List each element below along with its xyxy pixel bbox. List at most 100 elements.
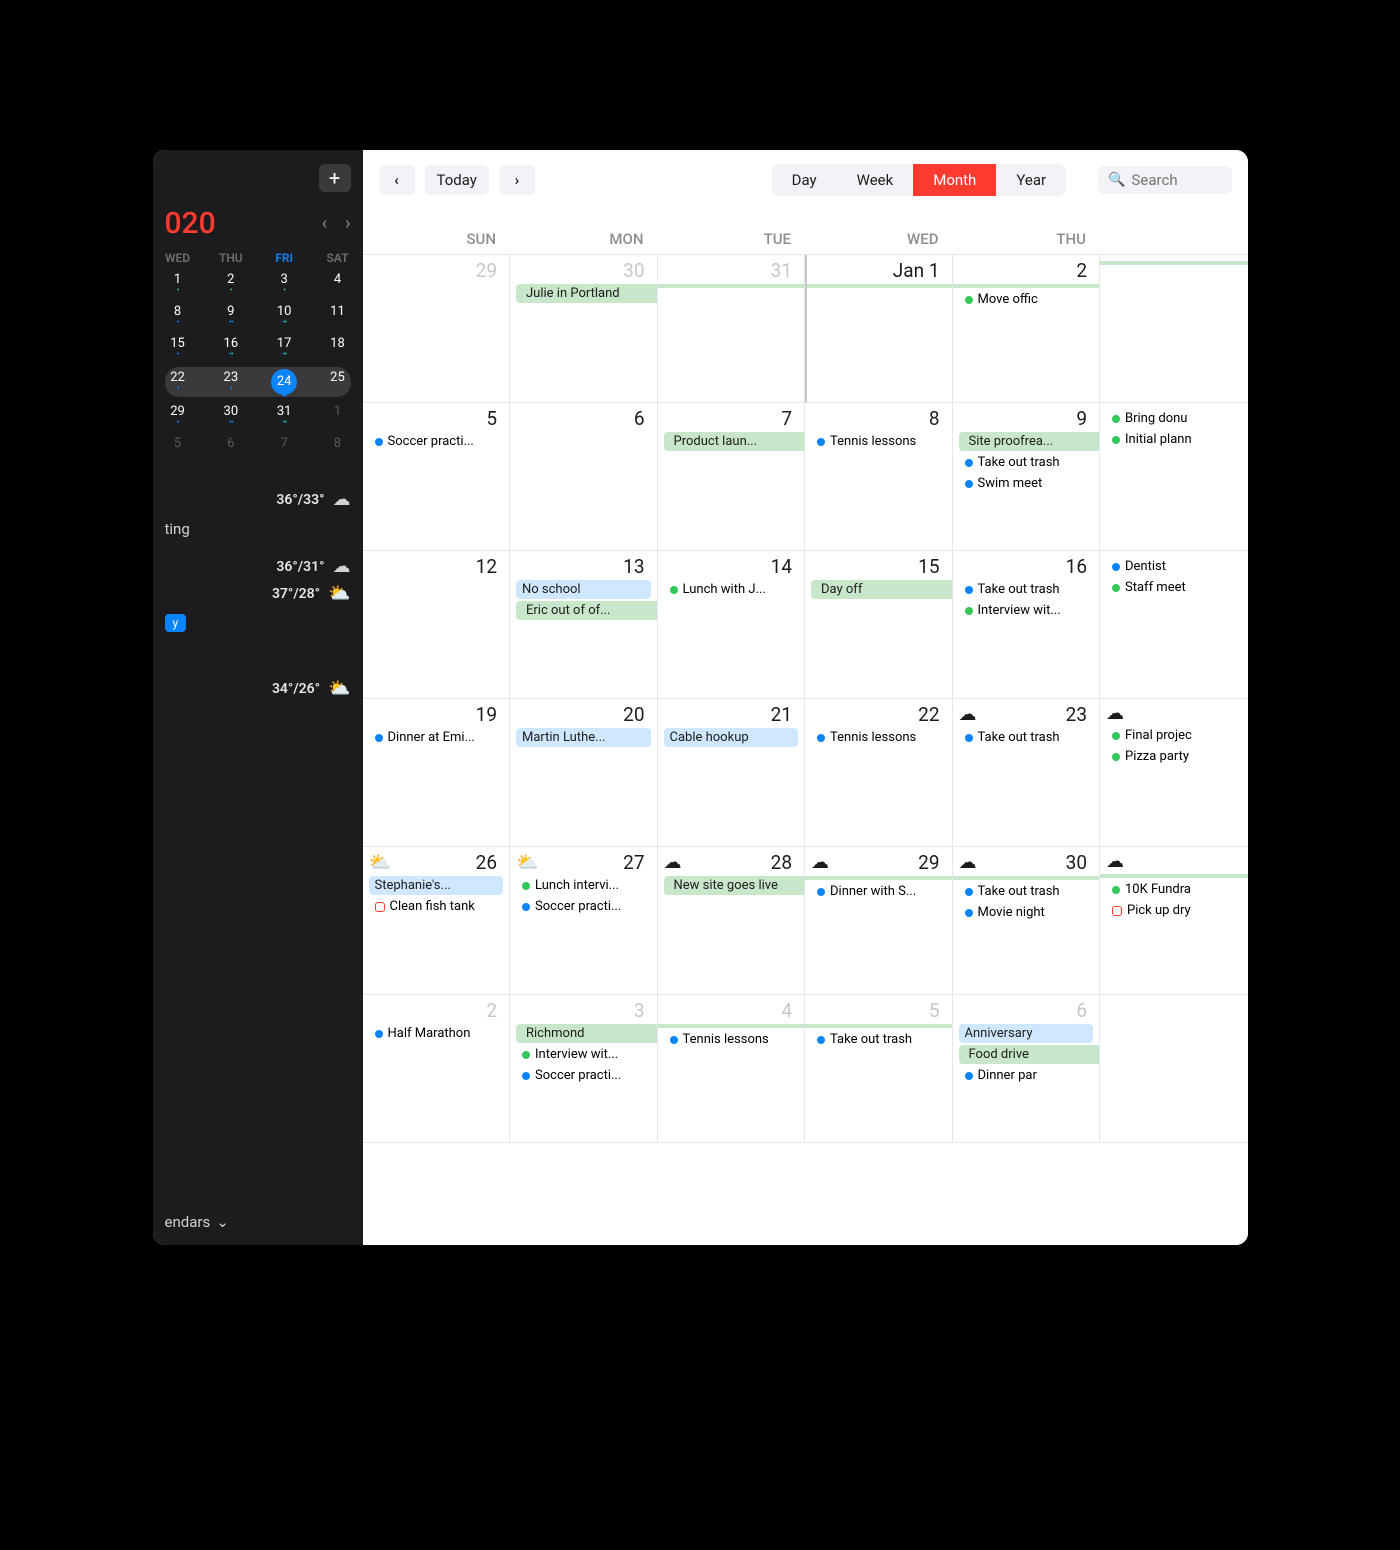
calendar-event[interactable]: Staff meet bbox=[1106, 578, 1242, 597]
mini-day-cell[interactable]: 31•• bbox=[271, 403, 297, 429]
calendar-event[interactable]: Half Marathon bbox=[369, 1024, 504, 1043]
day-cell[interactable]: 2 Move offic bbox=[953, 255, 1101, 403]
mini-day-cell[interactable]: 11 bbox=[324, 303, 350, 329]
view-tab-year[interactable]: Year bbox=[996, 164, 1066, 196]
day-cell[interactable]: ☁︎23 Take out trash bbox=[953, 699, 1101, 847]
calendar-event[interactable]: Take out trash bbox=[959, 882, 1094, 901]
calendar-event[interactable]: Pick up dry bbox=[1106, 901, 1242, 920]
day-cell[interactable]: Bring donuInitial plann bbox=[1100, 403, 1248, 551]
calendar-event[interactable]: Martin Luthe... bbox=[516, 728, 651, 747]
mini-day-cell[interactable]: 3• bbox=[271, 271, 297, 297]
mini-day-cell[interactable]: 7 bbox=[271, 435, 297, 461]
day-cell[interactable]: ☁︎29 Dinner with S... bbox=[805, 847, 953, 995]
day-cell[interactable]: 5 Soccer practi... bbox=[363, 403, 511, 551]
mini-day-cell[interactable]: 18 bbox=[324, 335, 350, 361]
calendar-event[interactable]: Richmond bbox=[516, 1024, 657, 1043]
mini-day-cell[interactable]: 30•• bbox=[218, 403, 244, 429]
calendar-event[interactable]: Pizza party bbox=[1106, 747, 1242, 766]
calendar-event[interactable]: Eric out of of... bbox=[516, 601, 657, 620]
calendar-event[interactable]: Tennis lessons bbox=[811, 432, 946, 451]
day-cell[interactable]: 2 Half Marathon bbox=[363, 995, 511, 1143]
mini-day-cell[interactable]: 25 bbox=[324, 369, 350, 395]
calendar-event[interactable] bbox=[1100, 874, 1248, 878]
day-cell[interactable]: 29 bbox=[363, 255, 511, 403]
today-button[interactable]: Today bbox=[425, 165, 489, 195]
day-cell[interactable]: 13 No schoolEric out of of... bbox=[510, 551, 658, 699]
mini-day-cell[interactable]: 29• bbox=[165, 403, 191, 429]
calendar-event[interactable] bbox=[658, 1024, 805, 1028]
day-cell[interactable]: Jan 1 bbox=[805, 255, 953, 403]
month-grid[interactable]: 29 30 Julie in Portland 31 Jan 1 2 Move … bbox=[363, 254, 1248, 1245]
calendar-event[interactable]: Take out trash bbox=[811, 1030, 946, 1049]
calendar-event[interactable]: Move offic bbox=[959, 290, 1094, 309]
calendar-event[interactable]: Tennis lessons bbox=[664, 1030, 799, 1049]
calendar-event[interactable]: Dinner par bbox=[959, 1066, 1094, 1085]
view-tab-month[interactable]: Month bbox=[913, 164, 996, 196]
calendar-event[interactable]: Product laun... bbox=[664, 432, 805, 451]
mini-day-cell[interactable]: 8 bbox=[324, 435, 350, 461]
prev-button[interactable]: ‹ bbox=[379, 165, 415, 195]
mini-day-cell[interactable]: 5 bbox=[165, 435, 191, 461]
calendar-event[interactable]: Interview wit... bbox=[959, 601, 1094, 620]
day-cell[interactable] bbox=[1100, 255, 1248, 403]
calendar-event[interactable]: Stephanie's... bbox=[369, 876, 504, 895]
day-cell[interactable]: ☁︎ 10K FundraPick up dry bbox=[1100, 847, 1248, 995]
add-event-button[interactable]: + bbox=[319, 164, 351, 192]
mini-prev-icon[interactable]: ‹ bbox=[322, 213, 327, 234]
mini-day-cell[interactable]: 24•• bbox=[271, 369, 297, 395]
day-cell[interactable]: 6 bbox=[510, 403, 658, 551]
calendar-event[interactable]: Lunch intervi... bbox=[516, 876, 651, 895]
calendar-event[interactable] bbox=[807, 284, 952, 288]
day-cell[interactable]: ☁︎28 New site goes live bbox=[658, 847, 806, 995]
calendar-event[interactable]: Swim meet bbox=[959, 474, 1094, 493]
day-cell[interactable]: 9 Site proofrea...Take out trashSwim mee… bbox=[953, 403, 1101, 551]
day-cell[interactable]: 5 Take out trash bbox=[805, 995, 953, 1143]
calendars-toggle[interactable]: endars ⌄ bbox=[165, 1213, 351, 1231]
mini-day-cell[interactable]: 22• bbox=[165, 369, 191, 395]
day-cell[interactable]: 21 Cable hookup bbox=[658, 699, 806, 847]
calendar-event[interactable]: No school bbox=[516, 580, 651, 599]
calendar-event[interactable]: 10K Fundra bbox=[1106, 880, 1242, 899]
calendar-event[interactable]: Clean fish tank bbox=[369, 897, 504, 916]
day-cell[interactable]: ☁︎ Final projecPizza party bbox=[1100, 699, 1248, 847]
mini-day-cell[interactable]: 4 bbox=[324, 271, 350, 297]
calendar-event[interactable]: Tennis lessons bbox=[811, 728, 946, 747]
mini-day-cell[interactable]: 1 bbox=[324, 403, 350, 429]
calendar-event[interactable]: Take out trash bbox=[959, 728, 1094, 747]
calendar-event[interactable] bbox=[953, 284, 1100, 288]
calendar-event[interactable]: Soccer practi... bbox=[516, 897, 651, 916]
mini-day-cell[interactable]: 17•• bbox=[271, 335, 297, 361]
day-cell[interactable]: 19 Dinner at Emi... bbox=[363, 699, 511, 847]
mini-day-cell[interactable]: 6 bbox=[218, 435, 244, 461]
day-cell[interactable]: ⛅26 Stephanie's...Clean fish tank bbox=[363, 847, 511, 995]
view-tab-week[interactable]: Week bbox=[837, 164, 914, 196]
calendar-event[interactable]: Movie night bbox=[959, 903, 1094, 922]
calendar-event[interactable]: Initial plann bbox=[1106, 430, 1242, 449]
calendar-event[interactable]: Site proofrea... bbox=[959, 432, 1100, 451]
mini-day-cell[interactable]: 9•• bbox=[218, 303, 244, 329]
calendar-event[interactable]: Day off bbox=[811, 580, 952, 599]
calendar-event[interactable]: Cable hookup bbox=[664, 728, 799, 747]
calendar-event[interactable]: Dinner with S... bbox=[811, 882, 946, 901]
day-cell[interactable]: 12 bbox=[363, 551, 511, 699]
day-cell[interactable]: 30 Julie in Portland bbox=[510, 255, 658, 403]
day-cell[interactable]: 6 AnniversaryFood driveDinner par bbox=[953, 995, 1101, 1143]
calendar-event[interactable] bbox=[805, 1024, 952, 1028]
calendar-event[interactable]: New site goes live bbox=[664, 876, 805, 895]
day-cell[interactable]: ⛅27 Lunch intervi...Soccer practi... bbox=[510, 847, 658, 995]
calendar-event[interactable]: Lunch with J... bbox=[664, 580, 799, 599]
day-cell[interactable]: 16 Take out trashInterview wit... bbox=[953, 551, 1101, 699]
calendar-event[interactable]: Anniversary bbox=[959, 1024, 1094, 1043]
search-input[interactable] bbox=[1132, 171, 1222, 189]
mini-day-cell[interactable]: 8• bbox=[165, 303, 191, 329]
calendar-event[interactable] bbox=[1100, 261, 1248, 265]
mini-calendar[interactable]: WEDTHUFRISAT1•2•3•48•9••10••1115•16••17•… bbox=[165, 251, 351, 467]
sidebar-pill[interactable]: y bbox=[165, 614, 187, 632]
day-cell[interactable]: ☁︎30 Take out trashMovie night bbox=[953, 847, 1101, 995]
calendar-event[interactable]: Interview wit... bbox=[516, 1045, 651, 1064]
calendar-event[interactable]: Take out trash bbox=[959, 453, 1094, 472]
calendar-event[interactable]: Dentist bbox=[1106, 557, 1242, 576]
day-cell[interactable]: 14 Lunch with J... bbox=[658, 551, 806, 699]
mini-next-icon[interactable]: › bbox=[345, 213, 350, 234]
calendar-event[interactable]: Julie in Portland bbox=[516, 284, 657, 303]
